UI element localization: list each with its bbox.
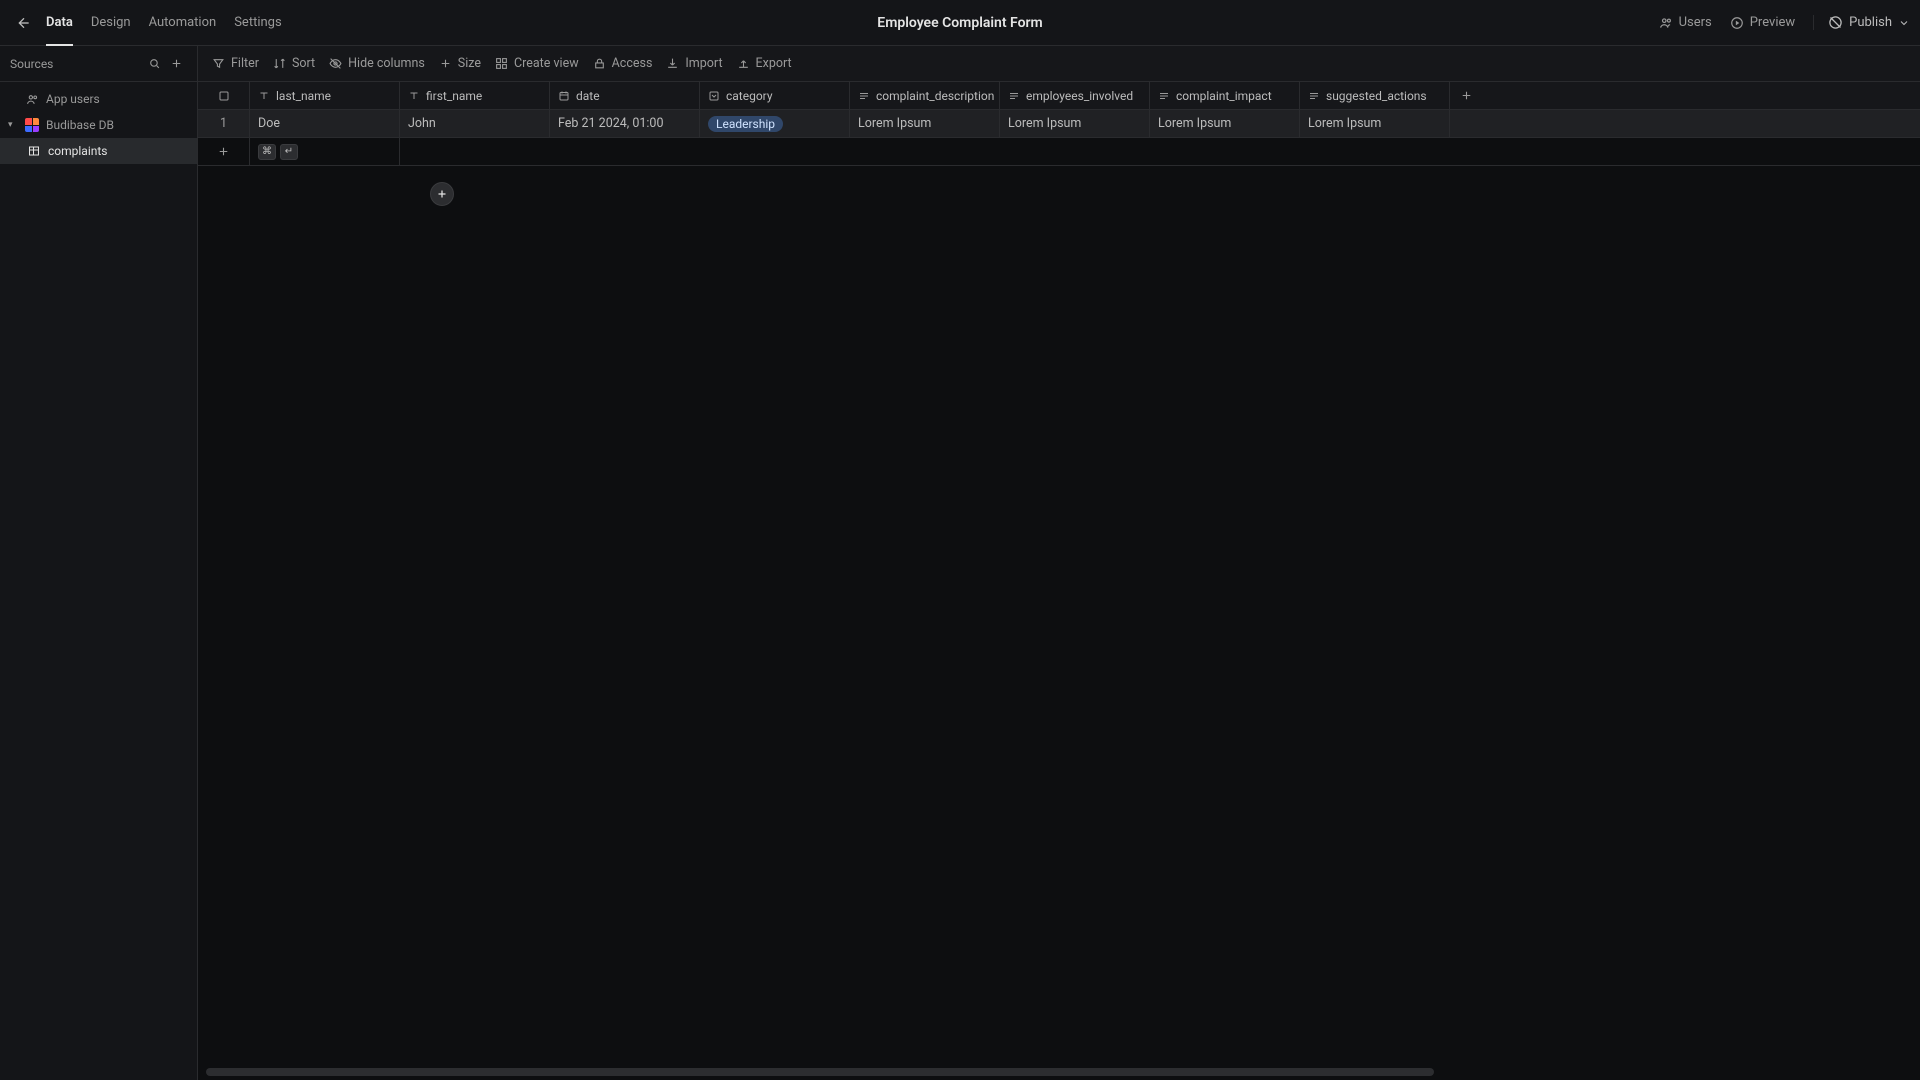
lock-icon	[593, 57, 606, 70]
column-header-complaint-impact[interactable]: complaint_impact	[1150, 82, 1300, 109]
sidebar-title: Sources	[10, 57, 143, 71]
text-type-icon	[258, 90, 270, 102]
chevron-down-icon[interactable]: ▾	[8, 120, 18, 130]
table-icon	[26, 143, 42, 159]
add-column-button[interactable]	[1450, 82, 1482, 109]
source-budibase-db[interactable]: ▾ Budibase DB	[0, 112, 197, 138]
checkbox-icon	[218, 90, 230, 102]
column-header-employees-involved[interactable]: employees_involved	[1000, 82, 1150, 109]
back-button[interactable]	[10, 9, 38, 37]
import-button[interactable]: Import	[666, 56, 722, 71]
longtext-type-icon	[858, 90, 870, 102]
publish-label: Publish	[1849, 15, 1892, 30]
export-icon	[737, 57, 750, 70]
longtext-type-icon	[1308, 90, 1320, 102]
top-bar-right: Users Preview Publish	[1659, 15, 1910, 30]
budibase-logo-icon	[24, 117, 40, 133]
chevron-down-icon	[1898, 17, 1910, 29]
play-icon	[1730, 16, 1744, 30]
sidebar-header: Sources	[0, 46, 197, 82]
plus-icon	[436, 188, 448, 200]
page-title: Employee Complaint Form	[877, 15, 1042, 31]
users-button[interactable]: Users	[1659, 15, 1712, 30]
category-tag: Leadership	[708, 116, 783, 132]
search-icon	[148, 57, 161, 70]
cell-first-name[interactable]: John	[400, 110, 550, 137]
column-header-complaint-description[interactable]: complaint_description	[850, 82, 1000, 109]
plus-icon	[217, 145, 230, 158]
column-header-category[interactable]: category	[700, 82, 850, 109]
cell-date[interactable]: Feb 21 2024, 01:00	[550, 110, 700, 137]
column-header-first-name[interactable]: first_name	[400, 82, 550, 109]
users-icon	[24, 91, 40, 107]
sidebar: Sources App users ▾ Budibase DB	[0, 46, 198, 1080]
import-icon	[666, 57, 679, 70]
add-source-button[interactable]	[165, 53, 187, 75]
horizontal-scrollbar[interactable]	[206, 1068, 1912, 1076]
filter-button[interactable]: Filter	[212, 56, 259, 71]
shortcut-enter-icon: ↵	[280, 144, 298, 160]
add-row-plus[interactable]	[198, 138, 250, 165]
main-tabs: Data Design Automation Settings	[46, 0, 282, 45]
grid-header-row: last_name first_name date category compl…	[198, 82, 1920, 110]
grid-toolbar: Filter Sort Hide columns Size Create vie…	[198, 46, 1920, 82]
column-header-last-name[interactable]: last_name	[250, 82, 400, 109]
select-all-checkbox[interactable]	[198, 82, 250, 109]
data-grid: last_name first_name date category compl…	[198, 82, 1920, 1080]
cell-last-name[interactable]: Doe	[250, 110, 400, 137]
search-sources-button[interactable]	[143, 53, 165, 75]
sort-icon	[273, 57, 286, 70]
publish-disabled-icon	[1828, 15, 1843, 30]
table-complaints[interactable]: complaints	[0, 138, 197, 164]
access-button[interactable]: Access	[593, 56, 653, 71]
longtext-type-icon	[1158, 90, 1170, 102]
add-row[interactable]: ⌘ ↵	[198, 138, 1920, 166]
arrow-left-icon	[16, 15, 32, 31]
table-label: complaints	[48, 144, 108, 158]
preview-button[interactable]: Preview	[1730, 15, 1795, 30]
create-view-button[interactable]: Create view	[495, 56, 579, 71]
longtext-type-icon	[1008, 90, 1020, 102]
top-bar: Data Design Automation Settings Employee…	[0, 0, 1920, 46]
size-button[interactable]: Size	[439, 56, 481, 71]
size-icon	[439, 57, 452, 70]
plus-icon	[1460, 89, 1473, 102]
publish-button[interactable]: Publish	[1828, 15, 1910, 30]
filter-icon	[212, 57, 225, 70]
source-app-users[interactable]: App users	[0, 86, 197, 112]
cell-employees-involved[interactable]: Lorem Ipsum	[1000, 110, 1150, 137]
table-row[interactable]: 1 Doe John Feb 21 2024, 01:00 Leadership…	[198, 110, 1920, 138]
export-button[interactable]: Export	[737, 56, 792, 71]
source-label: App users	[46, 92, 100, 106]
select-type-icon	[708, 90, 720, 102]
eye-off-icon	[329, 57, 342, 70]
text-type-icon	[408, 90, 420, 102]
grid-icon	[495, 57, 508, 70]
shortcut-cmd-icon: ⌘	[258, 144, 276, 160]
cell-complaint-impact[interactable]: Lorem Ipsum	[1150, 110, 1300, 137]
users-label: Users	[1679, 15, 1712, 30]
add-row-shortcuts: ⌘ ↵	[250, 138, 400, 165]
hide-columns-button[interactable]: Hide columns	[329, 56, 425, 71]
date-type-icon	[558, 90, 570, 102]
tab-automation[interactable]: Automation	[149, 0, 217, 45]
tab-design[interactable]: Design	[91, 0, 131, 45]
sort-button[interactable]: Sort	[273, 56, 315, 71]
scrollbar-thumb[interactable]	[206, 1068, 1434, 1076]
users-icon	[1659, 16, 1673, 30]
column-header-date[interactable]: date	[550, 82, 700, 109]
sources-tree: App users ▾ Budibase DB complaints	[0, 82, 197, 164]
cell-category[interactable]: Leadership	[700, 110, 850, 137]
plus-icon	[170, 57, 183, 70]
cell-complaint-description[interactable]: Lorem Ipsum	[850, 110, 1000, 137]
insert-row-button[interactable]	[430, 182, 454, 206]
tab-data[interactable]: Data	[46, 0, 73, 45]
tab-settings[interactable]: Settings	[234, 0, 281, 45]
source-label: Budibase DB	[46, 118, 114, 132]
content-area: Filter Sort Hide columns Size Create vie…	[198, 46, 1920, 1080]
column-header-suggested-actions[interactable]: suggested_actions	[1300, 82, 1450, 109]
row-number[interactable]: 1	[198, 110, 250, 137]
preview-label: Preview	[1750, 15, 1795, 30]
cell-suggested-actions[interactable]: Lorem Ipsum	[1300, 110, 1450, 137]
